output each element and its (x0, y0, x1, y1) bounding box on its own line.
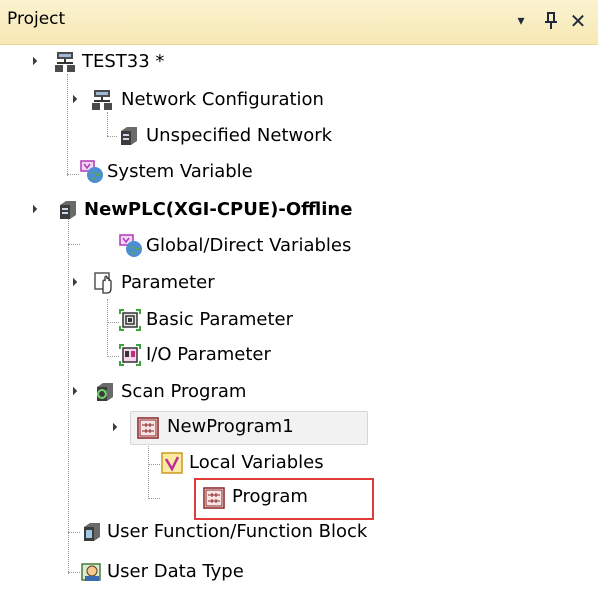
expand-toggle-icon[interactable] (28, 56, 38, 66)
data-type-icon (80, 560, 101, 581)
tree-node-scan-program[interactable]: Scan Program (0, 378, 598, 410)
network-icon (91, 89, 112, 110)
tree-node-user-function-block[interactable]: User Function/Function Block (0, 518, 598, 550)
project-tree: TEST33 * Network Configuration Unspecifi… (0, 44, 598, 594)
scan-program-icon (93, 381, 113, 401)
tree-node-program[interactable]: Program (0, 483, 598, 515)
tree-node-user-data-type[interactable]: User Data Type (0, 558, 598, 590)
plc-module-icon (56, 199, 76, 219)
function-block-icon (80, 521, 100, 541)
panel-menu-dropdown-icon[interactable]: ▾ (510, 7, 532, 35)
expand-toggle-icon[interactable] (68, 277, 78, 287)
project-network-icon (54, 51, 75, 72)
tree-node-label: Program (232, 486, 308, 507)
tree-node-label: Scan Program (121, 381, 247, 402)
expand-toggle-icon[interactable] (28, 204, 38, 214)
tree-node-parameter[interactable]: Parameter (0, 269, 598, 301)
ladder-program-icon (137, 417, 159, 439)
tree-node-label: NewProgram1 (167, 416, 294, 437)
panel-title: Project (7, 9, 66, 29)
tree-node-label: User Data Type (107, 561, 244, 582)
tree-node-label: NewPLC(XGI-CPUE)-Offline (84, 199, 353, 220)
tree-node-new-program[interactable]: NewProgram1 (0, 411, 598, 445)
parameter-hand-icon (93, 271, 113, 294)
tree-node-label: Local Variables (189, 452, 324, 473)
tree-node-system-variable[interactable]: System Variable (0, 158, 598, 190)
tree-node-unspecified-network[interactable]: Unspecified Network (0, 122, 598, 154)
tree-node-project-root[interactable]: TEST33 * (0, 48, 598, 80)
expand-toggle-icon[interactable] (68, 94, 78, 104)
tree-node-plc[interactable]: NewPLC(XGI-CPUE)-Offline (0, 196, 598, 228)
pin-icon[interactable] (540, 7, 562, 35)
tree-node-io-parameter[interactable]: I/O Parameter (0, 341, 598, 373)
tree-node-local-variables[interactable]: Local Variables (0, 449, 598, 481)
plc-module-icon (117, 125, 137, 145)
tree-node-label: Unspecified Network (146, 125, 333, 146)
basic-parameter-icon (118, 308, 141, 331)
tree-node-label: Parameter (121, 272, 215, 293)
global-variable-icon (80, 160, 103, 183)
tree-node-label: System Variable (107, 161, 253, 182)
local-variables-icon (160, 451, 183, 474)
tree-node-network-configuration[interactable]: Network Configuration (0, 86, 598, 118)
expand-toggle-icon[interactable] (108, 422, 118, 432)
tree-node-label: TEST33 * (82, 51, 165, 72)
close-icon[interactable]: ✕ (566, 7, 590, 35)
tree-node-label: Network Configuration (121, 89, 324, 110)
io-parameter-icon (118, 343, 141, 366)
tree-node-label: User Function/Function Block (107, 521, 368, 542)
tree-node-global-direct-variables[interactable]: Global/Direct Variables (0, 232, 598, 264)
panel-header: Project ▾ ✕ (0, 0, 598, 45)
tree-node-basic-parameter[interactable]: Basic Parameter (0, 306, 598, 338)
tree-node-label: Basic Parameter (146, 309, 294, 330)
tree-node-label: I/O Parameter (146, 344, 271, 365)
expand-toggle-icon[interactable] (68, 386, 78, 396)
tree-node-label: Global/Direct Variables (146, 235, 352, 256)
global-variable-icon (119, 234, 142, 257)
ladder-program-icon (203, 487, 225, 509)
